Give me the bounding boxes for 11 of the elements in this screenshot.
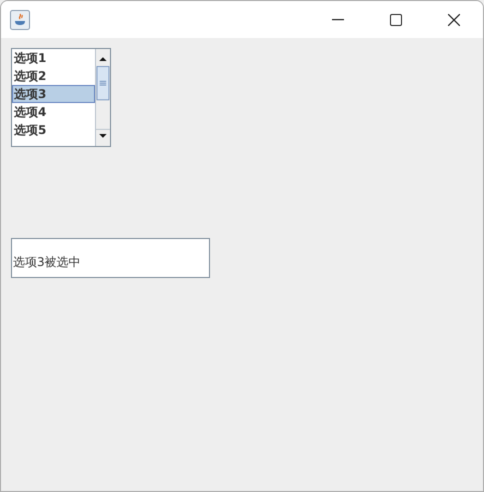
list-item[interactable]: 选项3 <box>12 85 96 103</box>
list-item[interactable]: 选项5 <box>12 121 96 139</box>
list-item[interactable]: 选项2 <box>12 67 96 85</box>
scrollbar[interactable] <box>95 49 110 146</box>
maximize-icon <box>390 14 402 26</box>
list-item[interactable]: 选项4 <box>12 103 96 121</box>
status-field[interactable]: 选项3被选中 <box>11 238 210 278</box>
close-icon <box>448 14 460 26</box>
list-item[interactable]: 选项1 <box>12 49 96 67</box>
minimize-icon <box>332 18 344 20</box>
java-app-icon <box>10 10 30 30</box>
